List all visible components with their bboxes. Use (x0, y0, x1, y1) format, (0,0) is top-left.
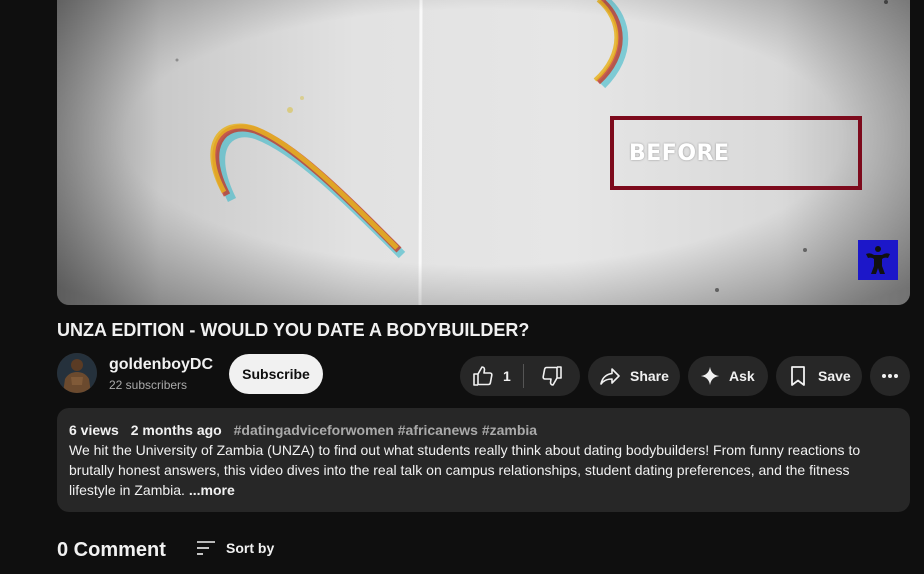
ask-button[interactable]: Ask (688, 356, 768, 396)
thumbs-up-icon (473, 366, 493, 386)
sort-comments-button[interactable]: Sort by (194, 536, 274, 560)
thumbs-down-icon (542, 366, 562, 386)
sort-label: Sort by (226, 540, 275, 556)
view-count: 6 views (69, 422, 119, 438)
overlay-caption-box: BEFORE (610, 116, 862, 190)
sparkle-icon (700, 366, 720, 386)
ask-label: Ask (729, 368, 755, 384)
hashtags[interactable]: #datingadviceforwomen #africanews #zambi… (234, 422, 537, 438)
subscriber-count: 22 subscribers (109, 378, 188, 392)
video-title: UNZA EDITION - WOULD YOU DATE A BODYBUIL… (57, 320, 530, 340)
upload-age: 2 months ago (130, 422, 222, 438)
save-button[interactable]: Save (776, 356, 862, 396)
like-button[interactable]: 1 (460, 356, 523, 396)
sort-icon (197, 541, 215, 555)
share-icon (600, 368, 620, 385)
watch-page: BEFORE UNZA EDITION - WOULD YOU DATE A B… (0, 0, 924, 574)
dislike-button[interactable] (524, 356, 580, 396)
comment-count: 0 Comment (57, 539, 166, 561)
bodybuilder-icon[interactable] (858, 240, 898, 280)
video-player[interactable]: BEFORE (57, 0, 910, 305)
subscribe-button[interactable]: Subscribe (229, 354, 323, 394)
bookmark-icon (791, 366, 805, 386)
avatar[interactable] (57, 353, 97, 393)
more-horizontal-icon (882, 374, 898, 378)
description-text-block: We hit the University of Zambia (UNZA) t… (69, 440, 898, 500)
avatar-image (57, 353, 97, 393)
share-button[interactable]: Share (588, 356, 680, 396)
description-meta: 6 views 2 months ago #datingadviceforwom… (69, 420, 898, 440)
like-dislike-group: 1 (460, 356, 580, 396)
like-count: 1 (503, 368, 511, 384)
description-box[interactable]: 6 views 2 months ago #datingadviceforwom… (57, 408, 910, 512)
overlay-caption-text: BEFORE (629, 140, 730, 166)
more-actions-button[interactable] (870, 356, 910, 396)
show-more-link[interactable]: ...more (189, 482, 235, 498)
channel-name[interactable]: goldenboyDC (109, 356, 213, 374)
share-label: Share (630, 368, 669, 384)
description-text: We hit the University of Zambia (UNZA) t… (69, 442, 861, 498)
save-label: Save (818, 368, 851, 384)
